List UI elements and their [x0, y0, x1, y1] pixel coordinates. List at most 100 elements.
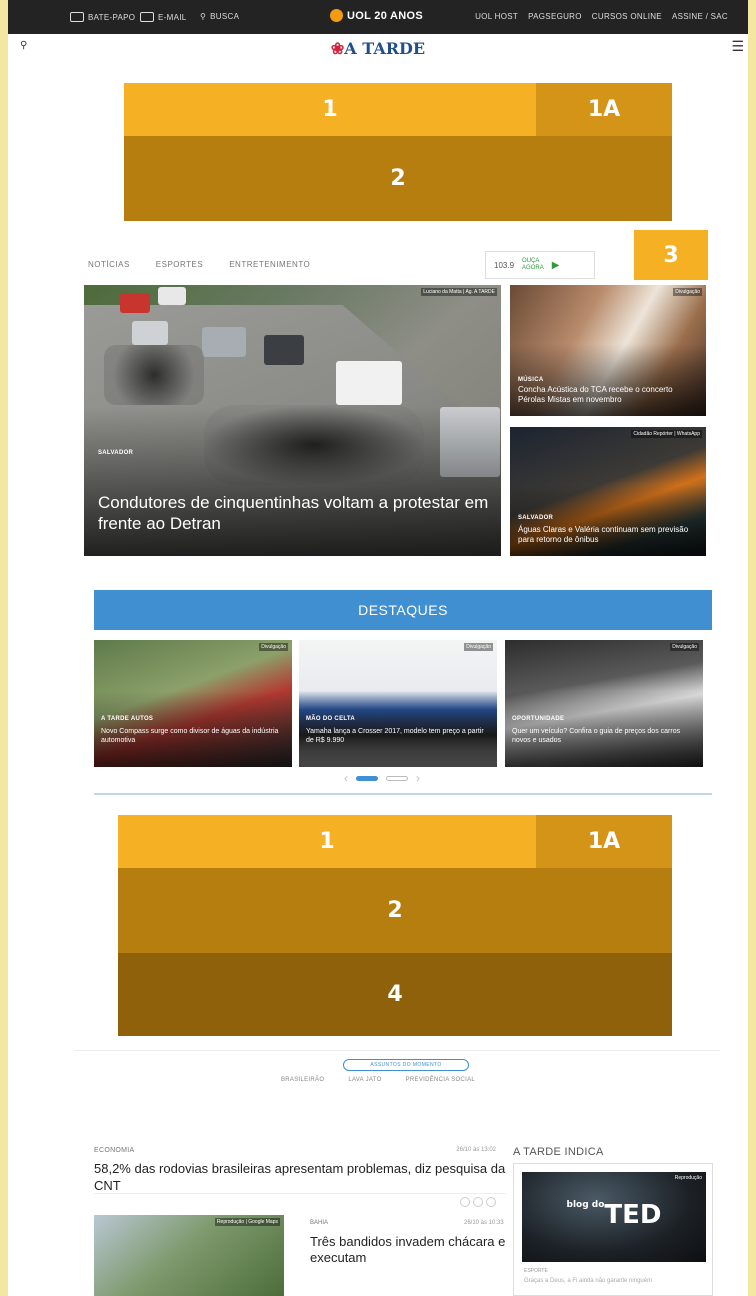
logo-text: A TARDE [344, 39, 426, 58]
indica-description[interactable]: Graças a Deus, a Fi ainda não garante ni… [524, 1278, 708, 1284]
ad-slot-4: 4 [118, 953, 672, 1036]
destaque-card-1[interactable]: Divulgação A TARDE AUTOS Novo Compass su… [94, 640, 292, 767]
chevron-right-icon[interactable]: › [416, 771, 420, 785]
side-story-2[interactable]: Cidadão Repórter | WhatsApp SALVADOR Águ… [510, 427, 706, 556]
ad-4-label: 4 [387, 982, 403, 1007]
email-label: E-MAIL [158, 12, 187, 22]
facebook-icon[interactable] [473, 1197, 483, 1207]
news-item-1[interactable]: ECONOMIA 26/10 às 13:02 58,2% das rodovi… [94, 1147, 506, 1207]
cursos-online-link[interactable]: CURSOS ONLINE [592, 12, 662, 21]
ad-1a-mid-label: 1A [587, 829, 621, 854]
news-2-credit: Reprodução | Google Maps [214, 1218, 280, 1226]
radio-listen-l2: AGORA [522, 265, 544, 271]
blog-do-ted-image: Reprodução blog doTED [522, 1172, 706, 1262]
uol-20-anos-logo[interactable]: UOL 20 ANOS [330, 9, 423, 22]
ad-2-mid-label: 2 [387, 898, 403, 923]
uol-host-link[interactable]: UOL HOST [475, 12, 518, 21]
assuntos-label: ASSUNTOS DO MOMENTO [343, 1059, 469, 1071]
tab-noticias[interactable]: NOTÍCIAS [88, 260, 130, 269]
side-story-2-title[interactable]: Águas Claras e Valéria continuam sem pre… [518, 525, 698, 545]
uol-top-bar: BATE-PAPO E-MAIL ⚲ BUSCA UOL 20 ANOS UOL… [8, 0, 748, 34]
card-1-category: A TARDE AUTOS [101, 716, 154, 722]
tab-esportes[interactable]: ESPORTES [156, 260, 203, 269]
ad-1-label: 1 [322, 97, 338, 122]
radio-listen-label: OUÇA AGORA [522, 258, 544, 272]
card-3-title[interactable]: Quer um veículo? Confira o guia de preço… [512, 727, 697, 745]
google-plus-icon[interactable] [486, 1197, 496, 1207]
tag-brasileirao[interactable]: BRASILEIRÃO [281, 1077, 324, 1083]
side-story-1-title[interactable]: Concha Acústica do TCA recebe o concerto… [518, 385, 698, 405]
search-icon: ⚲ [200, 12, 207, 21]
blog-do-ted-logo: blog doTED [522, 1200, 706, 1230]
card-2-credit: Divulgação [464, 643, 493, 651]
carousel-dot-active[interactable] [356, 775, 378, 781]
tag-previdencia[interactable]: PREVIDÊNCIA SOCIAL [406, 1077, 475, 1083]
news-2-category: BAHIA [310, 1220, 329, 1226]
card-1-title[interactable]: Novo Compass surge como divisor de águas… [101, 727, 286, 745]
news-2-headline[interactable]: Três bandidos invadem chácara e executam [310, 1234, 510, 1266]
card-2-category: MÃO DO CELTA [306, 716, 356, 722]
destaques-header: DESTAQUES [94, 590, 712, 630]
news-1-headline[interactable]: 58,2% das rodovias brasileiras apresenta… [94, 1160, 506, 1194]
pagseguro-link[interactable]: PAGSEGURO [528, 12, 582, 21]
hero-story[interactable]: Luciano da Matta | Ag. A TARDE SALVADOR … [84, 285, 501, 556]
bate-papo-label: BATE-PAPO [88, 12, 136, 22]
tab-entretenimento[interactable]: ENTRETENIMENTO [229, 260, 310, 269]
card-gradient [94, 640, 292, 767]
ad-slot-1a-mid: 1A [536, 815, 672, 868]
topic-tags: BRASILEIRÃO LAVA JATO PREVIDÊNCIA SOCIAL [8, 1077, 748, 1083]
assine-sac-link[interactable]: ASSINE / SAC [672, 12, 728, 21]
ted-label: TED [604, 1200, 662, 1230]
side-story-1[interactable]: Divulgação MÚSICA Concha Acústica do TCA… [510, 285, 706, 416]
news-1-date: 26/10 às 13:02 [456, 1147, 496, 1153]
radio-player[interactable]: 103.9 OUÇA AGORA ▶ [485, 251, 595, 279]
section-nav: NOTÍCIAS ESPORTES ENTRETENIMENTO [88, 260, 310, 269]
destaque-card-3[interactable]: Divulgação OPORTUNIDADE Quer um veículo?… [505, 640, 703, 767]
ad-3-label: 3 [663, 242, 679, 268]
carousel-pager: ‹ › [344, 771, 420, 785]
news-2-thumbnail[interactable]: Reprodução | Google Maps [94, 1215, 284, 1296]
news-1-category: ECONOMIA [94, 1147, 135, 1154]
side-story-1-credit: Divulgação [673, 288, 702, 296]
indica-card[interactable]: Reprodução blog doTED ESPORTE Graças a D… [513, 1163, 713, 1296]
blog-do-label: blog do [566, 1200, 605, 1210]
radio-frequency: 103.9 [494, 260, 515, 270]
bate-papo-link[interactable]: BATE-PAPO [70, 12, 135, 22]
chevron-left-icon[interactable]: ‹ [344, 771, 348, 785]
share-buttons [460, 1197, 496, 1207]
busca-link[interactable]: ⚲ BUSCA [200, 12, 239, 21]
ad-slot-3: 3 [634, 230, 708, 280]
side-story-1-category: MÚSICA [518, 377, 544, 383]
email-link[interactable]: E-MAIL [140, 12, 186, 22]
news-divider [94, 1193, 506, 1194]
destaques-title: DESTAQUES [358, 602, 448, 618]
card-2-title[interactable]: Yamaha lança a Crosser 2017, modelo tem … [306, 727, 491, 745]
destaque-card-2[interactable]: Divulgação MÃO DO CELTA Yamaha lança a C… [299, 640, 497, 767]
destaques-divider [94, 793, 712, 795]
ribbon-icon: ❀ [330, 39, 345, 58]
ad-slot-1-top: 1 [124, 83, 536, 136]
uol-logo-text: UOL 20 ANOS [347, 9, 424, 22]
card-3-category: OPORTUNIDADE [512, 716, 565, 722]
uol-services-links: UOL HOST PAGSEGURO CURSOS ONLINE ASSINE … [475, 12, 728, 21]
hero-headline[interactable]: Condutores de cinquentinhas voltam a pro… [98, 492, 493, 534]
ad-slot-1-mid: 1 [118, 815, 536, 868]
hero-credit: Luciano da Matta | Ag. A TARDE [421, 288, 497, 296]
tag-lava-jato[interactable]: LAVA JATO [348, 1077, 381, 1083]
busca-label: BUSCA [210, 12, 240, 21]
card-gradient [505, 640, 703, 767]
mail-icon [140, 12, 154, 22]
radio-listen-l1: OUÇA [522, 258, 540, 264]
carousel-dot[interactable] [386, 775, 408, 781]
indica-title: A TARDE INDICA [513, 1146, 604, 1158]
hamburger-icon[interactable]: ☰ [731, 38, 744, 55]
card-gradient [299, 640, 497, 767]
a-tarde-logo[interactable]: ❀A TARDE [8, 39, 748, 58]
ad-1a-label: 1A [587, 97, 621, 122]
card-1-credit: Divulgação [259, 643, 288, 651]
side-story-2-category: SALVADOR [518, 515, 554, 521]
twitter-icon[interactable] [460, 1197, 470, 1207]
play-icon[interactable]: ▶ [552, 260, 560, 271]
indica-credit: Reprodução [674, 1175, 702, 1181]
news-2-date: 26/10 às 10:33 [464, 1220, 504, 1226]
